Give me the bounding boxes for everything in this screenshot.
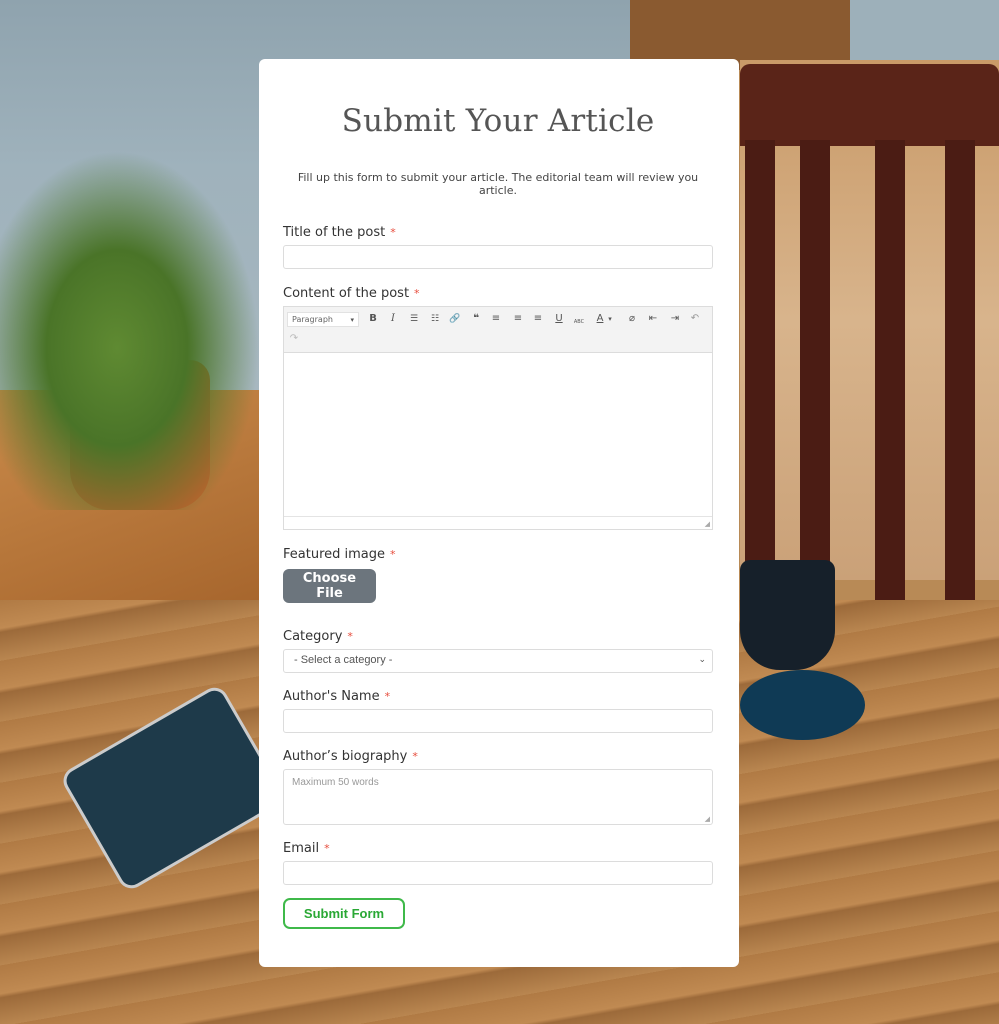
background-chair-slat: [745, 140, 775, 610]
field-featured-image: Featured image * Choose File: [283, 547, 713, 603]
required-marker: *: [390, 548, 396, 561]
align-right-icon[interactable]: ≡: [531, 313, 545, 325]
align-left-icon[interactable]: ≡: [489, 313, 503, 325]
form-title: Submit Your Article: [341, 103, 655, 139]
redo-icon[interactable]: ↷: [287, 333, 301, 345]
editor-statusbar: ◢: [284, 516, 712, 529]
author-bio-label: Author’s biography *: [283, 749, 418, 764]
background-saucer: [740, 670, 865, 740]
background-chair-slat: [800, 140, 830, 610]
post-title-input[interactable]: [283, 245, 713, 269]
format-select-value: Paragraph: [292, 315, 333, 324]
category-select[interactable]: - Select a category - ⌄: [283, 649, 713, 673]
field-email: Email *: [283, 841, 713, 885]
italic-icon[interactable]: I: [386, 313, 400, 325]
background-window: [850, 0, 999, 65]
undo-icon[interactable]: ↶: [688, 313, 702, 325]
article-form-card: Submit Your Article Fill up this form to…: [259, 59, 739, 967]
featured-image-label: Featured image *: [283, 547, 396, 562]
resize-handle-icon[interactable]: ◢: [705, 815, 710, 823]
background-plant: [0, 150, 260, 510]
category-label: Category *: [283, 629, 353, 644]
underline-icon[interactable]: U: [552, 313, 566, 325]
strikethrough-icon[interactable]: ABC: [571, 316, 587, 328]
author-bio-placeholder: Maximum 50 words: [292, 777, 379, 788]
required-marker: *: [390, 226, 396, 239]
email-input[interactable]: [283, 861, 713, 885]
background-chair: [740, 64, 999, 146]
text-color-caret-icon[interactable]: ▾: [606, 313, 614, 325]
background-coffee-cup: [740, 560, 835, 670]
field-category: Category * - Select a category - ⌄: [283, 629, 713, 673]
form-intro: Fill up this form to submit your article…: [297, 171, 699, 197]
submit-form-button[interactable]: Submit Form: [283, 898, 405, 929]
field-author-name: Author's Name *: [283, 689, 713, 733]
blockquote-icon[interactable]: ❝: [469, 313, 483, 325]
content-label: Content of the post *: [283, 286, 420, 301]
numbered-list-icon[interactable]: ☷: [428, 313, 442, 325]
outdent-icon[interactable]: ⇤: [646, 313, 660, 325]
post-title-label: Title of the post *: [283, 225, 396, 240]
author-name-label: Author's Name *: [283, 689, 391, 704]
required-marker: *: [412, 750, 418, 763]
editor-toolbar: Paragraph ▾ B I ☰ ☷ 🔗 ❝ ≡ ≡ ≡ U ABC A ▾ …: [284, 307, 712, 353]
text-color-icon[interactable]: A: [593, 313, 607, 325]
link-icon[interactable]: 🔗: [448, 313, 462, 325]
field-content: Content of the post * Paragraph ▾ B I ☰ ☷…: [283, 286, 713, 530]
resize-handle-icon[interactable]: ◢: [705, 520, 710, 528]
required-marker: *: [414, 287, 420, 300]
editor-content-area[interactable]: [284, 353, 712, 516]
field-post-title: Title of the post *: [283, 225, 713, 269]
required-marker: *: [384, 690, 391, 703]
bold-icon[interactable]: B: [366, 313, 380, 325]
clear-format-icon[interactable]: ⌀: [625, 313, 639, 325]
author-name-input[interactable]: [283, 709, 713, 733]
field-author-bio: Author’s biography * Maximum 50 words ◢: [283, 749, 713, 825]
chevron-down-icon: ⌄: [698, 654, 706, 664]
indent-icon[interactable]: ⇥: [668, 313, 682, 325]
category-select-value: - Select a category -: [294, 654, 393, 666]
background-chair-slat: [945, 140, 975, 610]
email-label: Email *: [283, 841, 330, 856]
background-chair-slat: [875, 140, 905, 610]
format-select[interactable]: Paragraph ▾: [287, 312, 359, 327]
rich-text-editor: Paragraph ▾ B I ☰ ☷ 🔗 ❝ ≡ ≡ ≡ U ABC A ▾ …: [283, 306, 713, 530]
align-center-icon[interactable]: ≡: [511, 313, 525, 325]
required-marker: *: [324, 842, 330, 855]
author-bio-textarea[interactable]: Maximum 50 words ◢: [283, 769, 713, 825]
choose-file-button[interactable]: Choose File: [283, 569, 376, 603]
required-marker: *: [347, 630, 353, 643]
caret-down-icon: ▾: [350, 316, 354, 324]
bullet-list-icon[interactable]: ☰: [407, 313, 421, 325]
